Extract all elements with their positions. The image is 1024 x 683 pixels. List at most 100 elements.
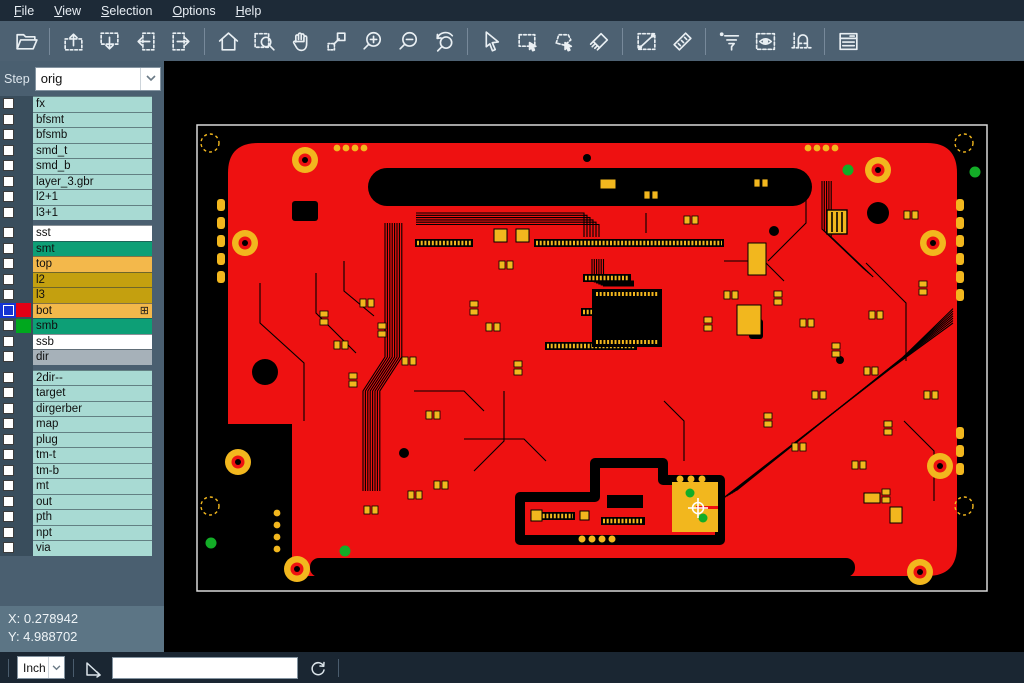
layer-checkbox[interactable] [0,478,16,494]
zoom-window-button[interactable] [246,25,282,57]
snap-magnet-button[interactable] [783,25,819,57]
pan-hand-button[interactable] [282,25,318,57]
layer-row-pth[interactable]: pth [0,509,164,525]
layer-row-l3[interactable]: l3 [0,287,164,303]
layer-row-smd_t[interactable]: smd_t [0,143,164,159]
layer-label[interactable]: l2+1 [33,189,152,205]
layer-checkbox[interactable] [0,334,16,350]
layer-row-dir[interactable]: dir [0,349,164,365]
layer-row-l2[interactable]: l2 [0,272,164,288]
layer-row-plug[interactable]: plug [0,432,164,448]
zoom-out-button[interactable] [390,25,426,57]
layer-label[interactable]: bfsmt [33,112,152,128]
layer-label[interactable]: 2dir-- [33,370,152,386]
layer-row-tm-t[interactable]: tm-t [0,447,164,463]
layer-checkbox[interactable] [0,96,16,112]
measure-distance-button[interactable] [628,25,664,57]
open-folder-button[interactable] [8,25,44,57]
layer-checkbox[interactable] [0,447,16,463]
layer-label[interactable]: l3+1 [33,205,152,221]
layer-label[interactable]: bfsmb [33,127,152,143]
nudge-right-button[interactable] [163,25,199,57]
layer-row-via[interactable]: via [0,540,164,556]
ruler-button[interactable] [664,25,700,57]
layer-row-layer_3.gbr[interactable]: layer_3.gbr [0,174,164,190]
layer-row-target[interactable]: target [0,385,164,401]
zoom-in-button[interactable] [354,25,390,57]
layer-checkbox[interactable] [0,349,16,365]
layer-checkbox[interactable] [0,432,16,448]
menu-help[interactable]: Help [226,2,272,20]
zoom-object-button[interactable] [318,25,354,57]
layer-label[interactable]: tm-t [33,447,152,463]
layer-row-smt[interactable]: smt [0,241,164,257]
layer-row-tm-b[interactable]: tm-b [0,463,164,479]
layer-checkbox[interactable] [0,401,16,417]
layer-checkbox[interactable] [0,370,16,386]
polygon-select-button[interactable] [545,25,581,57]
layer-checkbox[interactable] [0,385,16,401]
layer-label[interactable]: via [33,540,152,556]
layer-label[interactable]: out [33,494,152,510]
select-cursor-button[interactable] [473,25,509,57]
menu-options[interactable]: Options [162,2,225,20]
layer-checkbox[interactable] [0,509,16,525]
nudge-down-button[interactable] [91,25,127,57]
layer-label[interactable]: l3 [33,287,152,303]
layer-row-bfsmb[interactable]: bfsmb [0,127,164,143]
layer-label[interactable]: smt [33,241,152,257]
filter-button[interactable] [711,25,747,57]
layer-row-ssb[interactable]: ssb [0,334,164,350]
layer-label[interactable]: smd_t [33,143,152,159]
layer-checkbox[interactable] [0,189,16,205]
visibility-button[interactable] [747,25,783,57]
layer-label[interactable]: sst [33,225,152,241]
layer-checkbox[interactable] [0,112,16,128]
layer-row-sst[interactable]: sst [0,225,164,241]
measure-angle-icon[interactable] [82,656,106,680]
layer-row-l3+1[interactable]: l3+1 [0,205,164,221]
layer-label[interactable]: dir [33,349,152,365]
layer-label[interactable]: bot⊞ [33,303,152,319]
layer-checkbox[interactable] [0,158,16,174]
layer-row-map[interactable]: map [0,416,164,432]
menu-view[interactable]: View [44,2,91,20]
layer-checkbox[interactable] [0,174,16,190]
layer-row-out[interactable]: out [0,494,164,510]
unit-select[interactable]: Inch [17,656,65,679]
layer-checkbox[interactable] [0,127,16,143]
layer-checkbox[interactable] [0,463,16,479]
layer-label[interactable]: l2 [33,272,152,288]
layer-label[interactable]: target [33,385,152,401]
zoom-previous-button[interactable] [426,25,462,57]
layer-checkbox[interactable] [0,318,16,334]
clear-brush-button[interactable] [581,25,617,57]
layer-checkbox[interactable] [0,494,16,510]
layer-checkbox[interactable] [0,241,16,257]
layer-checkbox[interactable] [0,225,16,241]
menu-file[interactable]: File [4,2,44,20]
layer-row-bot[interactable]: bot⊞ [0,303,164,319]
layer-checkbox[interactable] [0,143,16,159]
layer-checkbox[interactable] [0,272,16,288]
layers-panel-button[interactable] [830,25,866,57]
layer-label[interactable]: map [33,416,152,432]
layer-checkbox[interactable] [0,256,16,272]
layer-label[interactable]: tm-b [33,463,152,479]
rect-select-button[interactable] [509,25,545,57]
layer-label[interactable]: layer_3.gbr [33,174,152,190]
layer-label[interactable]: smd_b [33,158,152,174]
step-select[interactable]: orig [35,67,161,91]
nudge-left-button[interactable] [127,25,163,57]
chevron-down-icon[interactable] [48,657,64,678]
layer-label[interactable]: smb [33,318,152,334]
layer-checkbox[interactable] [0,540,16,556]
layer-checkbox[interactable] [0,205,16,221]
layer-label[interactable]: top [33,256,152,272]
layer-row-fx[interactable]: fx [0,96,164,112]
layer-row-smb[interactable]: smb [0,318,164,334]
layer-row-bfsmt[interactable]: bfsmt [0,112,164,128]
layer-label[interactable]: ssb [33,334,152,350]
layer-checkbox[interactable] [0,525,16,541]
layer-label[interactable]: npt [33,525,152,541]
